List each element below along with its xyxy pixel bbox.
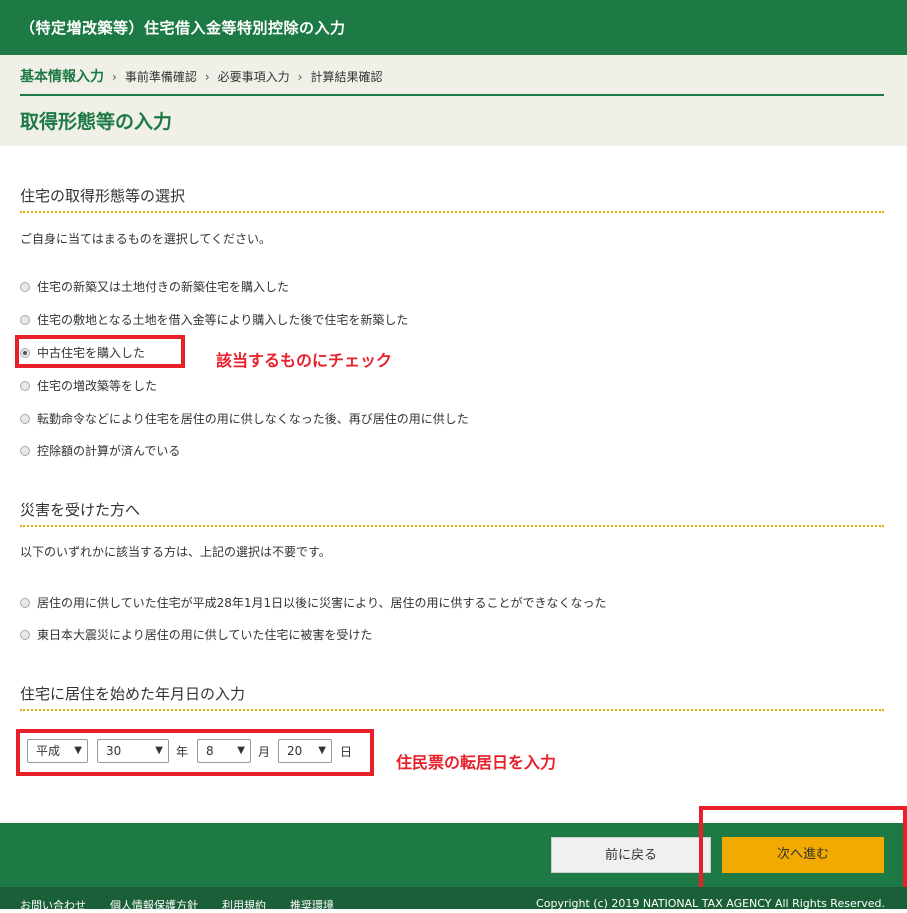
breadcrumb-step-required-input: 必要事項入力 <box>217 70 290 84</box>
chevron-right-icon: › <box>204 70 210 84</box>
radio-button[interactable] <box>20 380 30 391</box>
breadcrumb: 基本情報入力 › 事前準備確認 › 必要事項入力 › 計算結果確認 <box>20 66 382 86</box>
option-label: 住宅の新築又は土地付きの新築住宅を購入した <box>37 280 290 294</box>
option-reoccupancy[interactable]: 転勤命令などにより住宅を居住の用に供しなくなった後、再び居住の用に供した <box>20 410 469 427</box>
section-heading-disaster: 災害を受けた方へ <box>20 501 141 519</box>
option-label: 住宅の増改築等をした <box>37 379 158 393</box>
option-label: 転勤命令などにより住宅を居住の用に供しなくなった後、再び居住の用に供した <box>37 412 469 426</box>
footer-links: お問い合わせ 個人情報保護方針 利用規約 推奨環境 <box>20 897 358 913</box>
section-divider <box>20 709 884 711</box>
footer-link-privacy[interactable]: 個人情報保護方針 <box>110 899 198 912</box>
back-button[interactable]: 前に戻る <box>551 837 711 873</box>
option-label: 控除額の計算が済んでいる <box>37 444 181 458</box>
section-heading-acquisition: 住宅の取得形態等の選択 <box>20 187 186 205</box>
annotation-check-note: 該当するものにチェック <box>216 351 393 370</box>
section-divider <box>20 525 884 527</box>
breadcrumb-divider <box>20 94 884 96</box>
chevron-right-icon: › <box>112 70 117 84</box>
section-divider <box>20 211 884 213</box>
breadcrumb-step-result: 計算結果確認 <box>310 70 383 84</box>
radio-button[interactable] <box>20 597 30 608</box>
footer-link-terms[interactable]: 利用規約 <box>222 899 266 912</box>
copyright: Copyright (c) 2019 NATIONAL TAX AGENCY A… <box>536 897 885 910</box>
section-description: 以下のいずれかに該当する方は、上記の選択は不要です。 <box>20 545 331 559</box>
option-label: 居住の用に供していた住宅が平成28年1月1日以後に災害により、居住の用に供するこ… <box>37 596 607 610</box>
site-footer: お問い合わせ 個人情報保護方針 利用規約 推奨環境 Copyright (c) 201… <box>0 887 907 912</box>
option-renovation[interactable]: 住宅の増改築等をした <box>20 377 157 394</box>
option-label: 東日本大震災により居住の用に供していた住宅に被害を受けた <box>37 628 373 642</box>
option-label: 住宅の敷地となる土地を借入金等により購入した後で住宅を新築した <box>37 313 409 327</box>
radio-button[interactable] <box>20 629 30 640</box>
radio-button[interactable] <box>20 445 30 456</box>
page-title: 取得形態等の入力 <box>20 111 173 133</box>
option-calculated[interactable]: 控除額の計算が済んでいる <box>20 442 180 459</box>
option-disaster-2016[interactable]: 居住の用に供していた住宅が平成28年1月1日以後に災害により、居住の用に供するこ… <box>20 594 606 611</box>
footer-link-contact[interactable]: お問い合わせ <box>20 899 86 912</box>
highlight-box-next-button <box>699 806 907 892</box>
highlight-box-date <box>16 729 374 776</box>
option-great-east-japan-earthquake[interactable]: 東日本大震災により居住の用に供していた住宅に被害を受けた <box>20 626 372 643</box>
radio-button[interactable] <box>20 314 30 325</box>
highlight-box-used-house <box>15 335 185 368</box>
breadcrumb-step-preparation: 事前準備確認 <box>124 70 197 84</box>
page-header: 基本情報入力 › 事前準備確認 › 必要事項入力 › 計算結果確認 取得形態等の入力 <box>0 55 907 146</box>
option-new-build[interactable]: 住宅の新築又は土地付きの新築住宅を購入した <box>20 278 289 295</box>
annotation-date-note: 住民票の転居日を入力 <box>396 753 557 772</box>
option-land-then-build[interactable]: 住宅の敷地となる土地を借入金等により購入した後で住宅を新築した <box>20 311 408 328</box>
chevron-right-icon: › <box>297 70 303 84</box>
radio-button[interactable] <box>20 413 30 424</box>
section-heading-move-in-date: 住宅に居住を始めた年月日の入力 <box>20 685 246 703</box>
app-header: （特定増改築等）住宅借入金等特別控除の入力 <box>0 0 907 55</box>
section-description: ご自身に当てはまるものを選択してください。 <box>20 232 272 246</box>
app-title: （特定増改築等）住宅借入金等特別控除の入力 <box>20 19 346 37</box>
breadcrumb-step-basic-info: 基本情報入力 <box>20 69 104 85</box>
footer-link-environment[interactable]: 推奨環境 <box>290 899 334 912</box>
radio-button[interactable] <box>20 281 30 292</box>
